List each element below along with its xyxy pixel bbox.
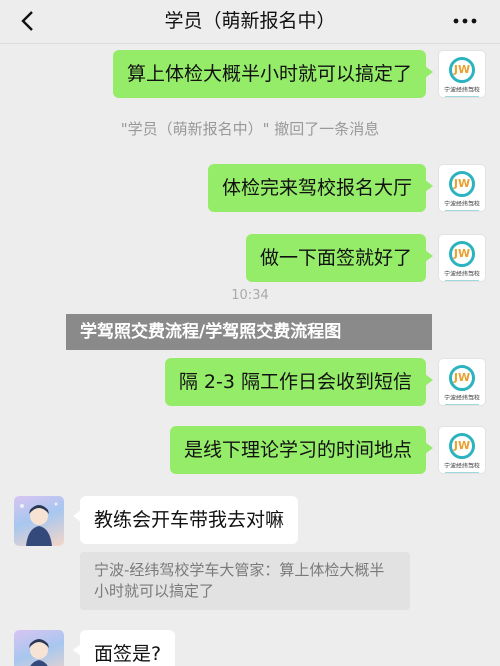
anime-avatar-icon: [29, 639, 49, 666]
avatar-brand: 宁波经纬驾校: [444, 200, 480, 208]
outgoing-message[interactable]: 是线下理论学习的时间地点: [169, 426, 434, 474]
outgoing-message[interactable]: 做一下面签就好了: [245, 234, 434, 282]
incoming-message[interactable]: 面签是?: [72, 630, 176, 666]
jw-logo-icon: JW: [449, 241, 475, 267]
avatar-brand: 宁波经纬驾校: [444, 462, 480, 470]
avatar-underline: [445, 472, 479, 473]
avatar-brand: 宁波经纬驾校: [444, 86, 480, 94]
avatar[interactable]: [14, 630, 64, 666]
chat-title: 学员（萌新报名中）: [164, 10, 336, 32]
avatar-brand: 宁波经纬驾校: [444, 394, 480, 402]
more-dots-icon: [453, 18, 477, 24]
watermark-banner: 学驾照交费流程/学驾照交费流程图: [66, 314, 432, 350]
jw-logo-icon: JW: [449, 171, 475, 197]
outgoing-message[interactable]: 隔 2-3 隔工作日会收到短信: [164, 358, 434, 406]
jw-logo-icon: JW: [449, 365, 475, 391]
more-button[interactable]: [450, 6, 480, 36]
avatar-underline: [445, 404, 479, 405]
message-text: 隔 2-3 隔工作日会收到短信: [178, 371, 412, 393]
message-timestamp: 10:34: [231, 288, 269, 303]
avatar-underline: [445, 96, 479, 97]
incoming-message[interactable]: 教练会开车带我去对嘛: [72, 496, 299, 544]
avatar[interactable]: [14, 496, 64, 546]
avatar-underline: [445, 280, 479, 281]
message-text: 教练会开车带我去对嘛: [94, 509, 285, 531]
outgoing-message[interactable]: 体检完来驾校报名大厅: [207, 164, 434, 212]
avatar[interactable]: JW 宁波经纬驾校: [438, 358, 486, 406]
chat-header: 学员（萌新报名中）: [0, 0, 500, 44]
avatar[interactable]: JW 宁波经纬驾校: [438, 426, 486, 474]
message-text: 做一下面签就好了: [259, 247, 412, 269]
message-text: 是线下理论学习的时间地点: [183, 439, 412, 461]
message-text: 面签是?: [94, 643, 162, 665]
jw-logo-icon: JW: [449, 57, 475, 83]
avatar-brand: 宁波经纬驾校: [444, 270, 480, 278]
jw-logo-icon: JW: [449, 433, 475, 459]
quoted-message[interactable]: 宁波-经纬驾校学车大管家：算上体检大概半小时就可以搞定了: [80, 552, 410, 610]
avatar[interactable]: JW 宁波经纬驾校: [438, 50, 486, 98]
avatar[interactable]: JW 宁波经纬驾校: [438, 164, 486, 212]
anime-avatar-icon: [20, 502, 58, 546]
avatar[interactable]: JW 宁波经纬驾校: [438, 234, 486, 282]
message-text: 体检完来驾校报名大厅: [221, 177, 412, 199]
message-text: 算上体检大概半小时就可以搞定了: [126, 63, 412, 85]
recall-notice: "学员（萌新报名中）" 撤回了一条消息: [120, 120, 380, 138]
avatar-underline: [445, 210, 479, 211]
outgoing-message[interactable]: 算上体检大概半小时就可以搞定了: [112, 50, 434, 98]
